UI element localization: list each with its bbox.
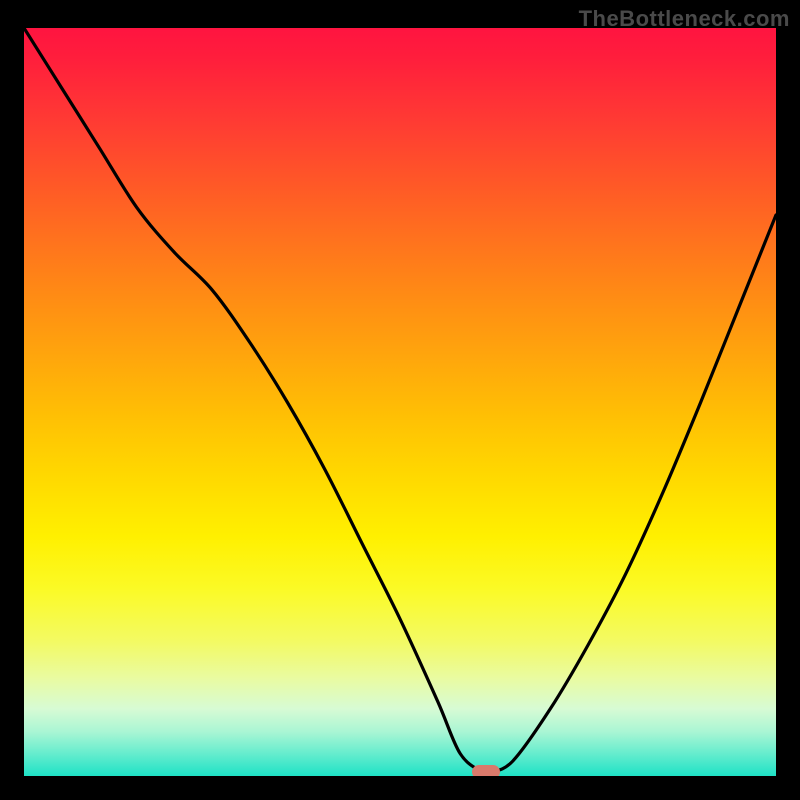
curve-svg bbox=[24, 28, 776, 776]
chart-frame: TheBottleneck.com bbox=[0, 0, 800, 800]
optimum-marker bbox=[472, 765, 500, 776]
watermark-text: TheBottleneck.com bbox=[579, 6, 790, 32]
plot-area bbox=[24, 28, 776, 776]
bottleneck-curve bbox=[24, 28, 776, 774]
